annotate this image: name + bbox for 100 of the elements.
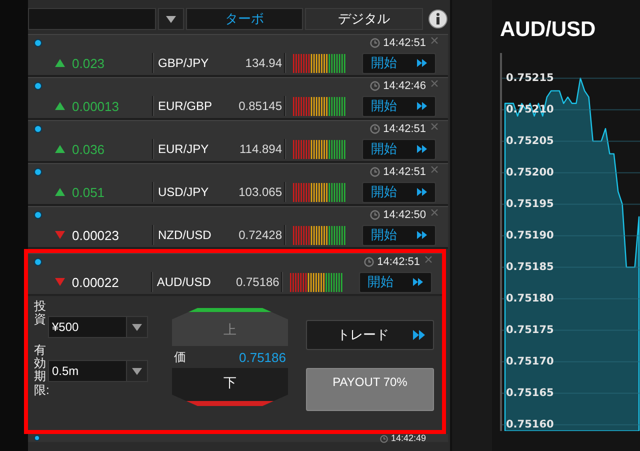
- price-value: 0.85145: [238, 99, 282, 113]
- info-icon[interactable]: [428, 9, 448, 29]
- axis-label: 0.75205: [506, 135, 554, 148]
- currency-pair: EUR/GBP: [158, 99, 214, 113]
- clock-icon: [370, 38, 380, 48]
- payout-panel: PAYOUT 70%: [306, 368, 434, 411]
- time-label: 14:42:51: [383, 37, 426, 49]
- quote-row[interactable]: 14:42:51 0.023 GBP/JPY 134.94 開始: [28, 34, 448, 77]
- current-price: 0.75186: [239, 350, 286, 364]
- close-icon[interactable]: [431, 37, 438, 44]
- up-triangle-icon: [55, 102, 65, 110]
- double-arrow-icon: [413, 278, 423, 286]
- axis-label: 0.75170: [506, 356, 554, 368]
- double-arrow-icon: [417, 145, 427, 153]
- strength-meter-icon: [290, 272, 344, 292]
- start-button[interactable]: 開始: [362, 182, 436, 202]
- close-icon[interactable]: [431, 209, 438, 216]
- price-value: 103.065: [238, 185, 282, 199]
- strength-meter-icon: [293, 96, 347, 116]
- tab[interactable]: ターボ: [186, 8, 304, 30]
- price-value: 0.75186: [234, 275, 280, 289]
- status-dot: [34, 39, 42, 47]
- amount-label: 投資: [34, 300, 46, 328]
- change-value: 0.00023: [72, 228, 120, 242]
- clock-icon: [370, 81, 380, 91]
- start-button[interactable]: 開始: [362, 224, 436, 246]
- time-label: 14:42:51: [383, 166, 426, 178]
- amount-dropdown[interactable]: ¥500: [48, 316, 148, 338]
- caret-icon: [166, 16, 176, 22]
- tab[interactable]: デジタル: [305, 8, 424, 30]
- double-arrow-icon: [413, 330, 425, 340]
- status-dot: [34, 125, 42, 133]
- axis-label: 0.75160: [506, 418, 554, 431]
- currency-pair: USD/JPY: [158, 185, 210, 199]
- currency-pair: AUD/USD: [156, 275, 212, 289]
- strength-meter-icon: [293, 140, 347, 158]
- dropdown-caret-button[interactable]: [158, 8, 184, 30]
- change-value: 0.051: [72, 184, 106, 200]
- caret-icon: [132, 368, 142, 374]
- price-value: 134.94: [244, 56, 282, 70]
- caret-icon: [132, 324, 142, 330]
- expiry-label: 有効期限:: [34, 344, 46, 397]
- clock-icon: [364, 257, 374, 267]
- axis-label: 0.75195: [506, 198, 554, 210]
- axis-label: 0.75185: [506, 261, 554, 274]
- down-triangle-icon: [55, 231, 65, 239]
- status-dot: [34, 82, 42, 90]
- price-value: 0.72428: [238, 228, 282, 242]
- change-value: 0.023: [72, 56, 106, 70]
- start-button[interactable]: 開始: [362, 138, 436, 160]
- double-arrow-icon: [417, 188, 427, 196]
- time-label: 14:42:51: [377, 256, 420, 268]
- close-icon[interactable]: [431, 123, 438, 130]
- strength-meter-icon: [293, 226, 347, 244]
- down-triangle-icon: [55, 278, 65, 286]
- close-icon[interactable]: [431, 166, 438, 173]
- up-triangle-icon: [55, 145, 65, 153]
- up-triangle-icon: [55, 188, 65, 196]
- status-dot: [34, 168, 42, 176]
- change-value: 0.036: [72, 142, 106, 156]
- time-label: 14:42:46: [383, 80, 426, 92]
- quote-row[interactable]: 14:42:46 0.00013 EUR/GBP 0.85145 開始: [28, 77, 448, 120]
- status-dot: [34, 211, 42, 219]
- strength-meter-icon: [293, 182, 347, 202]
- price-value: 114.894: [238, 142, 282, 156]
- time-label: 14:42:51: [383, 123, 426, 135]
- trade-button[interactable]: トレード: [306, 320, 434, 350]
- start-button[interactable]: 開始: [358, 272, 432, 292]
- quote-row[interactable]: 14:42:50 0.00023 NZD/USD 0.72428 開始: [28, 206, 448, 249]
- clock-icon: [380, 434, 388, 442]
- change-value: 0.00013: [72, 98, 120, 114]
- price-label: 価: [174, 348, 186, 366]
- double-arrow-icon: [417, 59, 427, 67]
- strength-meter-icon: [293, 54, 347, 72]
- status-dot: [34, 258, 42, 266]
- quote-row[interactable]: 14:42:51 0.00022 AUD/USD 0.75186 開始: [28, 253, 442, 296]
- quote-row[interactable]: 14:42:51 0.051 USD/JPY 103.065 開始: [28, 163, 448, 206]
- double-arrow-icon: [417, 231, 427, 239]
- clock-icon: [370, 210, 380, 220]
- currency-pair: EUR/JPY: [158, 142, 210, 156]
- start-button[interactable]: 開始: [362, 96, 436, 116]
- axis-label: 0.75215: [506, 72, 554, 84]
- down-button[interactable]: 下: [172, 368, 288, 406]
- currency-pair: GBP/JPY: [158, 56, 210, 70]
- close-icon[interactable]: [425, 256, 432, 263]
- axis-label: 0.75180: [506, 292, 554, 305]
- quote-row[interactable]: 14:42:51 0.036 EUR/JPY 114.894 開始: [28, 120, 448, 163]
- change-value: 0.00022: [72, 274, 120, 290]
- double-arrow-icon: [417, 102, 427, 110]
- clock-icon: [370, 124, 380, 134]
- axis-label: 0.75210: [506, 104, 554, 116]
- start-button[interactable]: 開始: [362, 52, 436, 74]
- currency-pair: NZD/USD: [158, 228, 212, 242]
- close-icon[interactable]: [431, 80, 438, 87]
- time-label: 14:42:50: [383, 209, 426, 221]
- chart-title: AUD/USD: [500, 18, 597, 43]
- expiry-dropdown[interactable]: 0.5m: [48, 360, 148, 382]
- status-dot: [34, 435, 40, 441]
- clock-icon: [370, 167, 380, 177]
- up-triangle-icon: [55, 59, 65, 67]
